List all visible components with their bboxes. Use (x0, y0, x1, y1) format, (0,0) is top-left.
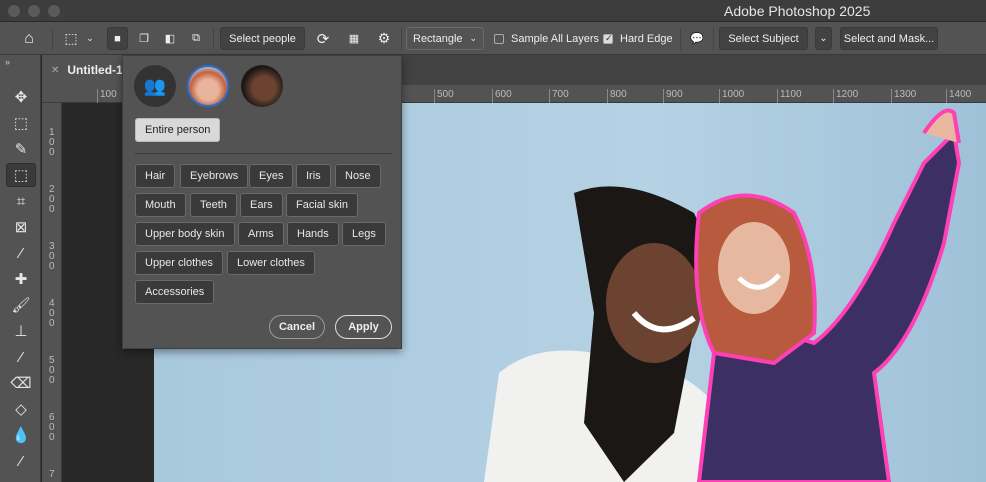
clone-stamp-tool-icon[interactable]: ⊥ (6, 319, 36, 343)
frame-tool-icon[interactable]: ⊠ (6, 215, 36, 239)
part-chip-ears[interactable]: Ears (240, 193, 283, 217)
crop-tool-icon[interactable]: ⌗ (6, 189, 36, 213)
ruler-label: 400 (49, 298, 55, 329)
divider (135, 153, 392, 154)
checkbox-checked-icon (603, 33, 613, 44)
select-subject-dropdown[interactable]: ⌄ (815, 27, 832, 50)
vertical-ruler: 100 200 300 400 500 600 7 (42, 103, 62, 482)
select-subject-button[interactable]: Select Subject (719, 27, 808, 50)
intersect-selection-icon[interactable]: ⧉ (186, 27, 206, 50)
ruler-label: 1100 (777, 89, 802, 103)
new-selection-icon[interactable]: ■ (107, 27, 128, 50)
people-icon: 👥 (143, 75, 167, 96)
part-chip-teeth[interactable]: Teeth (190, 193, 237, 217)
close-window-button[interactable] (8, 5, 20, 17)
collapse-panel-icon[interactable]: » (5, 57, 10, 67)
person-2-avatar[interactable] (241, 65, 283, 107)
paint-bucket-tool-icon[interactable]: ◇ (6, 397, 36, 421)
part-chip-accessories[interactable]: Accessories (135, 280, 215, 304)
ruler-label: 200 (49, 184, 55, 215)
part-chip-facial-skin[interactable]: Facial skin (286, 193, 358, 217)
ruler-label: 900 (663, 89, 683, 103)
object-selection-tool-icon[interactable]: ⬚ (60, 27, 82, 50)
healing-brush-tool-icon[interactable]: ✚ (6, 267, 36, 291)
person-1-avatar[interactable] (187, 65, 229, 107)
ruler-label: 1200 (833, 89, 858, 103)
part-chip-lower-clothes[interactable]: Lower clothes (227, 251, 315, 275)
mode-select[interactable]: Rectangle ⌄ (406, 27, 484, 50)
apply-button[interactable]: Apply (335, 315, 392, 339)
part-chip-upper-body-skin[interactable]: Upper body skin (135, 222, 235, 246)
part-chip-upper-clothes[interactable]: Upper clothes (135, 251, 223, 275)
ruler-label: 1400 (946, 89, 971, 103)
subtract-from-selection-icon[interactable]: ◧ (160, 27, 180, 50)
cancel-button[interactable]: Cancel (269, 315, 325, 339)
part-chip-legs[interactable]: Legs (342, 222, 386, 246)
sample-all-layers-checkbox[interactable]: Sample All Layers (494, 27, 599, 50)
smudge-tool-icon[interactable]: ⁄ (6, 449, 36, 473)
app-title: Adobe Photoshop 2025 (724, 3, 871, 19)
ruler-label: 1000 (719, 89, 744, 103)
mode-value: Rectangle (413, 32, 463, 45)
all-people-avatar[interactable]: 👥 (134, 65, 176, 107)
select-and-mask-button[interactable]: Select and Mask... (840, 27, 938, 50)
hard-edge-label: Hard Edge (620, 32, 673, 45)
ruler-label: 1300 (891, 89, 916, 103)
refresh-icon[interactable]: ⟳ (313, 27, 333, 50)
entire-person-button[interactable]: Entire person (135, 118, 221, 142)
ruler-label: 600 (49, 412, 55, 443)
part-chip-eyes[interactable]: Eyes (249, 164, 294, 188)
select-people-popover: 👥 Entire person Hair Eyebrows Eyes Iris … (122, 55, 402, 349)
select-people-button[interactable]: Select people (220, 27, 305, 50)
ruler-label: 100 (49, 127, 55, 158)
ruler-label: 800 (607, 89, 627, 103)
part-chip-nose[interactable]: Nose (335, 164, 381, 188)
blur-tool-icon[interactable]: 💧 (6, 423, 36, 447)
eyedropper-tool-icon[interactable]: ⁄ (6, 241, 36, 265)
tools-panel: » ✥ ⬚ ✎ ⬚ ⌗ ⊠ ⁄ ✚ 🖌 ⊥ ⁄ ⌫ ◇ 💧 ⁄ (0, 55, 41, 482)
brush-tool-icon[interactable]: 🖌 (6, 293, 36, 317)
ruler-label: 100 (97, 89, 117, 103)
options-bar: ⌂ ⬚ ⌄ ■ ❐ ◧ ⧉ Select people ⟳ ▦ ⚙ Rectan… (0, 22, 986, 55)
part-chip-iris[interactable]: Iris (296, 164, 331, 188)
eraser-tool-icon[interactable]: ⌫ (6, 371, 36, 395)
ruler-label: 500 (49, 355, 55, 386)
object-selection-tool-icon[interactable]: ⬚ (6, 163, 36, 187)
part-chip-hands[interactable]: Hands (287, 222, 339, 246)
part-chip-eyebrows[interactable]: Eyebrows (180, 164, 249, 188)
close-tab-icon[interactable]: ✕ (51, 65, 59, 76)
ruler-label: 700 (549, 89, 569, 103)
ruler-label: 500 (434, 89, 454, 103)
part-chip-mouth[interactable]: Mouth (135, 193, 186, 217)
chevron-down-icon: ⌄ (469, 33, 477, 43)
hard-edge-checkbox[interactable]: Hard Edge (603, 27, 673, 50)
move-tool-icon[interactable]: ✥ (6, 85, 36, 109)
minimize-window-button[interactable] (28, 5, 40, 17)
add-to-selection-icon[interactable]: ❐ (134, 27, 154, 50)
title-bar: Adobe Photoshop 2025 (0, 0, 986, 22)
sample-all-layers-label: Sample All Layers (511, 32, 600, 45)
home-icon[interactable]: ⌂ (18, 27, 40, 50)
document-tab-label: Untitled-1 (67, 63, 123, 77)
object-finder-overlay-icon[interactable]: ▦ (344, 27, 364, 50)
history-brush-tool-icon[interactable]: ⁄ (6, 345, 36, 369)
zoom-window-button[interactable] (48, 5, 60, 17)
gear-icon[interactable]: ⚙ (374, 27, 394, 50)
marquee-tool-icon[interactable]: ⬚ (6, 111, 36, 135)
ruler-label: 7 (49, 469, 55, 480)
ruler-label: 300 (49, 241, 55, 272)
part-chip-arms[interactable]: Arms (238, 222, 284, 246)
quick-selection-tool-icon[interactable]: ✎ (6, 137, 36, 161)
tool-preset-chevron-icon[interactable]: ⌄ (84, 27, 96, 50)
ruler-label: 600 (492, 89, 512, 103)
part-chip-hair[interactable]: Hair (135, 164, 176, 188)
feedback-icon[interactable]: 💬 (686, 27, 708, 50)
checkbox-icon (494, 33, 504, 44)
